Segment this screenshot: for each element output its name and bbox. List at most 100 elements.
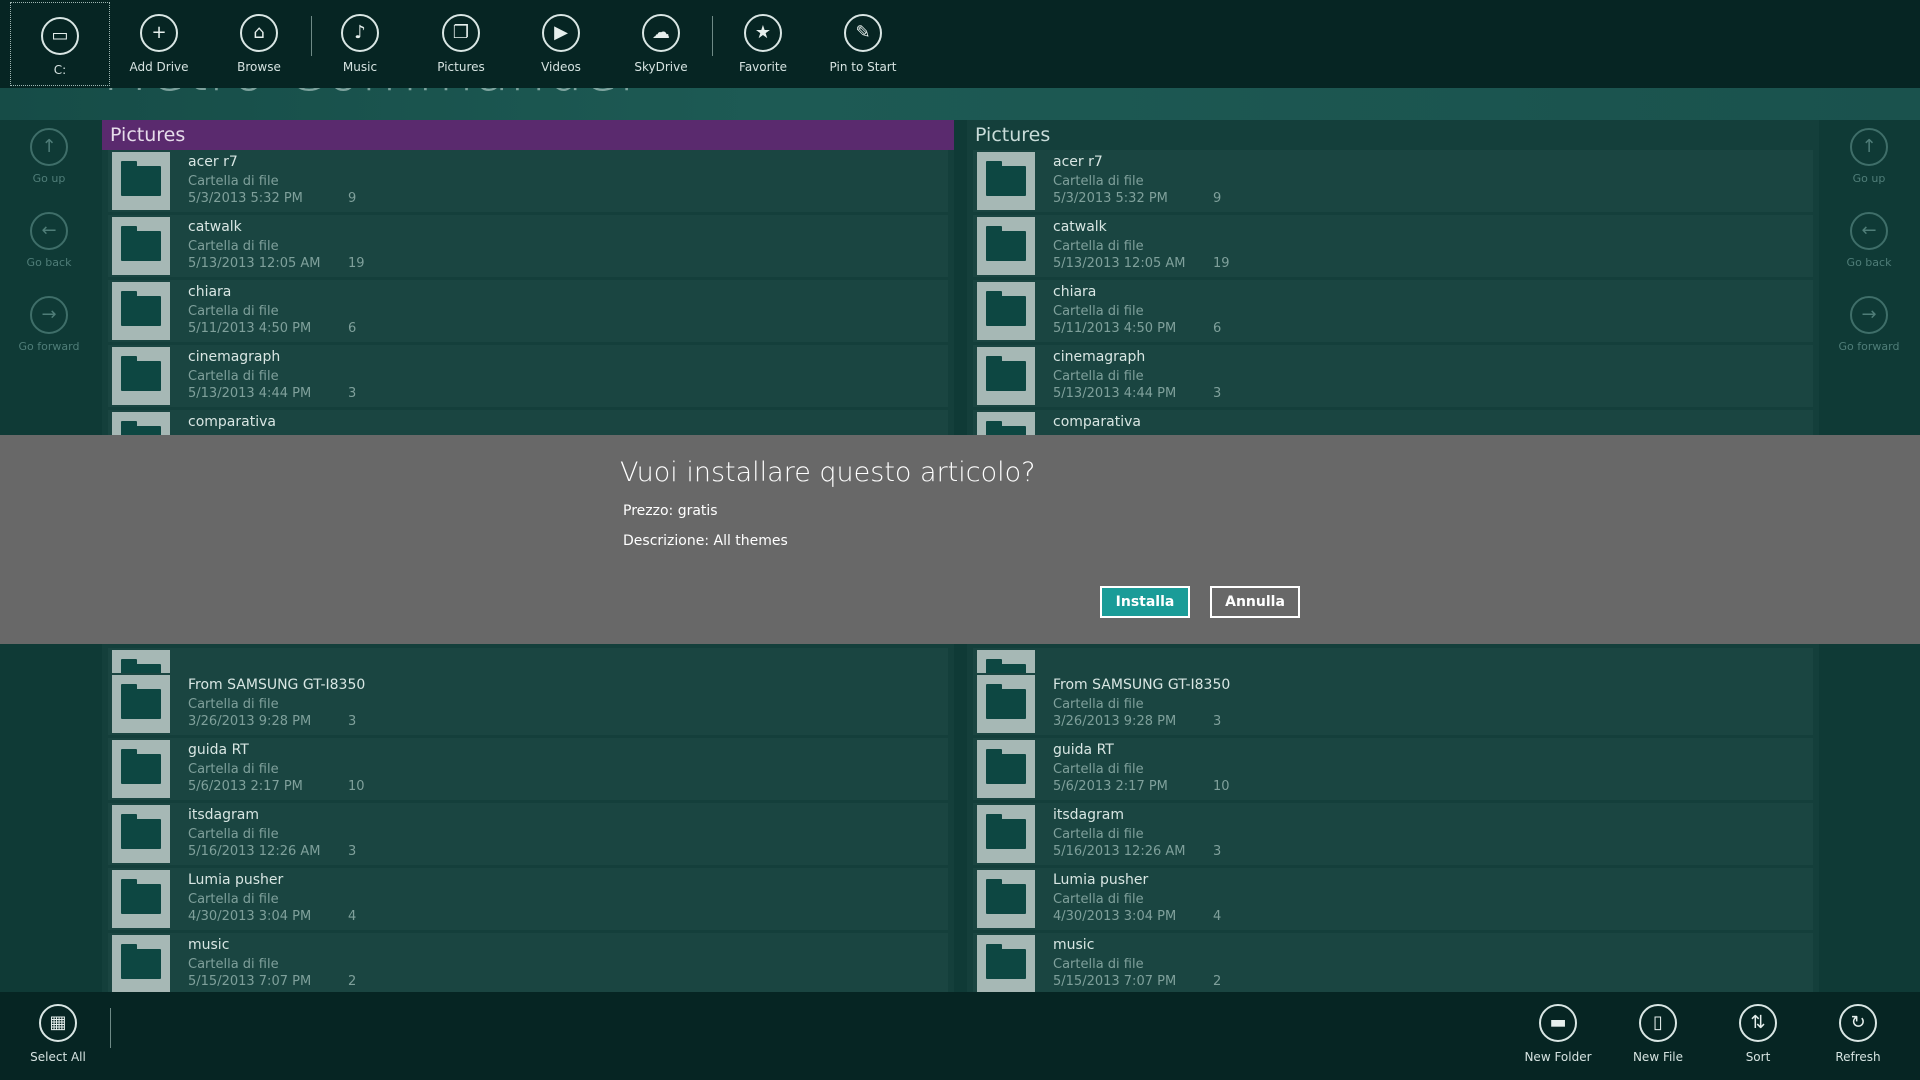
- star-icon: ★: [744, 14, 782, 52]
- file-type: Cartella di file: [188, 762, 279, 777]
- file-name: music: [1053, 937, 1095, 953]
- install-dialog: Vuoi installare questo articolo? Prezzo:…: [0, 435, 1920, 644]
- go-up-label: Go up: [1852, 172, 1886, 185]
- new-folder-button[interactable]: ▬ New Folder: [1508, 992, 1608, 1078]
- arrow-up-icon: ↑: [30, 128, 68, 166]
- select-all-icon: ▦: [39, 1004, 77, 1042]
- left-panel-title[interactable]: Pictures: [102, 120, 954, 150]
- folder-icon: [986, 684, 1026, 719]
- go-back-label: Go back: [1846, 256, 1892, 269]
- file-row[interactable]: guida RT Cartella di file 5/6/2013 2:17 PM…: [973, 738, 1813, 800]
- file-row[interactable]: itsdagram Cartella di file 5/16/2013 12:26…: [108, 803, 948, 865]
- select-all-button[interactable]: ▦ Select All: [8, 992, 108, 1078]
- go-up-button[interactable]: ↑ Go up: [1820, 128, 1918, 212]
- file-row[interactable]: catwalk Cartella di file 5/13/2013 12:05 A…: [973, 215, 1813, 277]
- file-row[interactable]: acer r7 Cartella di file 5/3/2013 5:32 PM 9: [973, 150, 1813, 212]
- file-count: 3: [348, 844, 357, 859]
- add-drive-button[interactable]: + Add Drive: [109, 0, 209, 86]
- left-side-nav: ↑ Go up ← Go back → Go forward: [0, 128, 98, 380]
- drive-c-label: C:: [53, 63, 67, 77]
- pin-icon: ✎: [844, 14, 882, 52]
- file-date: 5/16/2013 12:26 AM: [188, 844, 321, 859]
- file-name: guida RT: [1053, 742, 1114, 758]
- favorite-button[interactable]: ★ Favorite: [713, 0, 813, 86]
- file-count: 10: [348, 779, 365, 794]
- folder-thumbnail: [977, 347, 1035, 405]
- file-count: 2: [1213, 974, 1222, 989]
- file-row[interactable]: music Cartella di file 5/15/2013 7:07 PM 2: [108, 933, 948, 992]
- file-name: acer r7: [1053, 154, 1103, 170]
- dialog-title: Vuoi installare questo articolo?: [620, 457, 1036, 488]
- right-side-nav: ↑ Go up ← Go back → Go forward: [1820, 128, 1918, 380]
- file-name: cinemagraph: [188, 349, 281, 365]
- file-type: Cartella di file: [1053, 697, 1144, 712]
- file-count: 6: [348, 321, 357, 336]
- sort-button[interactable]: ⇅ Sort: [1708, 992, 1808, 1078]
- folder-thumbnail: [977, 675, 1035, 733]
- go-back-button[interactable]: ← Go back: [0, 212, 98, 296]
- file-count: 3: [1213, 844, 1222, 859]
- file-count: 4: [1213, 909, 1222, 924]
- browse-button[interactable]: ⌂ Browse: [209, 0, 309, 86]
- file-count: 19: [1213, 256, 1230, 271]
- skydrive-button[interactable]: ☁ SkyDrive: [611, 0, 711, 86]
- file-row[interactable]: From SAMSUNG GT-I8350 Cartella di file 3/2…: [973, 673, 1813, 735]
- file-row[interactable]: catwalk Cartella di file 5/13/2013 12:05 A…: [108, 215, 948, 277]
- file-count: 2: [348, 974, 357, 989]
- folder-thumbnail: [112, 282, 170, 340]
- go-forward-button[interactable]: → Go forward: [1820, 296, 1918, 380]
- file-row[interactable]: itsdagram Cartella di file 5/16/2013 12:26…: [973, 803, 1813, 865]
- file-row[interactable]: chiara Cartella di file 5/11/2013 4:50 PM 6: [108, 280, 948, 342]
- arrow-right-icon: →: [1850, 296, 1888, 334]
- drive-c-button[interactable]: ▭ C:: [10, 2, 110, 86]
- go-back-button[interactable]: ← Go back: [1820, 212, 1918, 296]
- file-row[interactable]: music Cartella di file 5/15/2013 7:07 PM 2: [973, 933, 1813, 992]
- file-row[interactable]: guida RT Cartella di file 5/6/2013 2:17 PM…: [108, 738, 948, 800]
- folder-icon: [121, 226, 161, 261]
- file-row[interactable]: cinemagraph Cartella di file 5/13/2013 4:4…: [973, 345, 1813, 407]
- file-name: comparativa: [188, 414, 276, 430]
- file-name: guida RT: [188, 742, 249, 758]
- file-type: Cartella di file: [188, 369, 279, 384]
- folder-thumbnail: [977, 805, 1035, 863]
- new-file-button[interactable]: ▯ New File: [1608, 992, 1708, 1078]
- music-label: Music: [342, 60, 378, 74]
- file-date: 5/16/2013 12:26 AM: [1053, 844, 1186, 859]
- file-name: Lumia pusher: [188, 872, 284, 888]
- install-button[interactable]: Installa: [1100, 586, 1190, 618]
- folder-thumbnail: [977, 217, 1035, 275]
- favorite-label: Favorite: [739, 60, 787, 74]
- refresh-button[interactable]: ↻ Refresh: [1808, 992, 1908, 1078]
- folder-icon: [121, 356, 161, 391]
- cancel-button[interactable]: Annulla: [1210, 586, 1300, 618]
- arrow-right-icon: →: [30, 296, 68, 334]
- file-row[interactable]: acer r7 Cartella di file 5/3/2013 5:32 PM 9: [108, 150, 948, 212]
- folder-icon: [986, 291, 1026, 326]
- new-folder-label: New Folder: [1524, 1050, 1592, 1064]
- pictures-button[interactable]: ❐ Pictures: [411, 0, 511, 86]
- right-panel-title[interactable]: Pictures: [967, 120, 1819, 150]
- videos-button[interactable]: ▶ Videos: [511, 0, 611, 86]
- go-up-label: Go up: [32, 172, 66, 185]
- go-up-button[interactable]: ↑ Go up: [0, 128, 98, 212]
- file-type: Cartella di file: [188, 827, 279, 842]
- file-name: Lumia pusher: [1053, 872, 1149, 888]
- file-row[interactable]: chiara Cartella di file 5/11/2013 4:50 PM 6: [973, 280, 1813, 342]
- file-row[interactable]: Lumia pusher Cartella di file 4/30/2013 3:…: [973, 868, 1813, 930]
- bottom-app-bar: ▦ Select All ▬ New Folder ▯ New File ⇅ S…: [0, 992, 1920, 1080]
- file-type: Cartella di file: [188, 957, 279, 972]
- videos-label: Videos: [541, 60, 581, 74]
- go-forward-button[interactable]: → Go forward: [0, 296, 98, 380]
- file-name: music: [188, 937, 230, 953]
- select-all-label: Select All: [30, 1050, 86, 1064]
- file-date: 5/11/2013 4:50 PM: [188, 321, 312, 336]
- file-date: 5/3/2013 5:32 PM: [1053, 191, 1168, 206]
- file-row[interactable]: cinemagraph Cartella di file 5/13/2013 4:4…: [108, 345, 948, 407]
- folder-icon: [986, 226, 1026, 261]
- file-row[interactable]: Lumia pusher Cartella di file 4/30/2013 3:…: [108, 868, 948, 930]
- file-date: 4/30/2013 3:04 PM: [188, 909, 312, 924]
- file-count: 9: [348, 191, 357, 206]
- music-button[interactable]: ♪ Music: [310, 0, 410, 86]
- file-row[interactable]: From SAMSUNG GT-I8350 Cartella di file 3/2…: [108, 673, 948, 735]
- pin-to-start-button[interactable]: ✎ Pin to Start: [813, 0, 913, 86]
